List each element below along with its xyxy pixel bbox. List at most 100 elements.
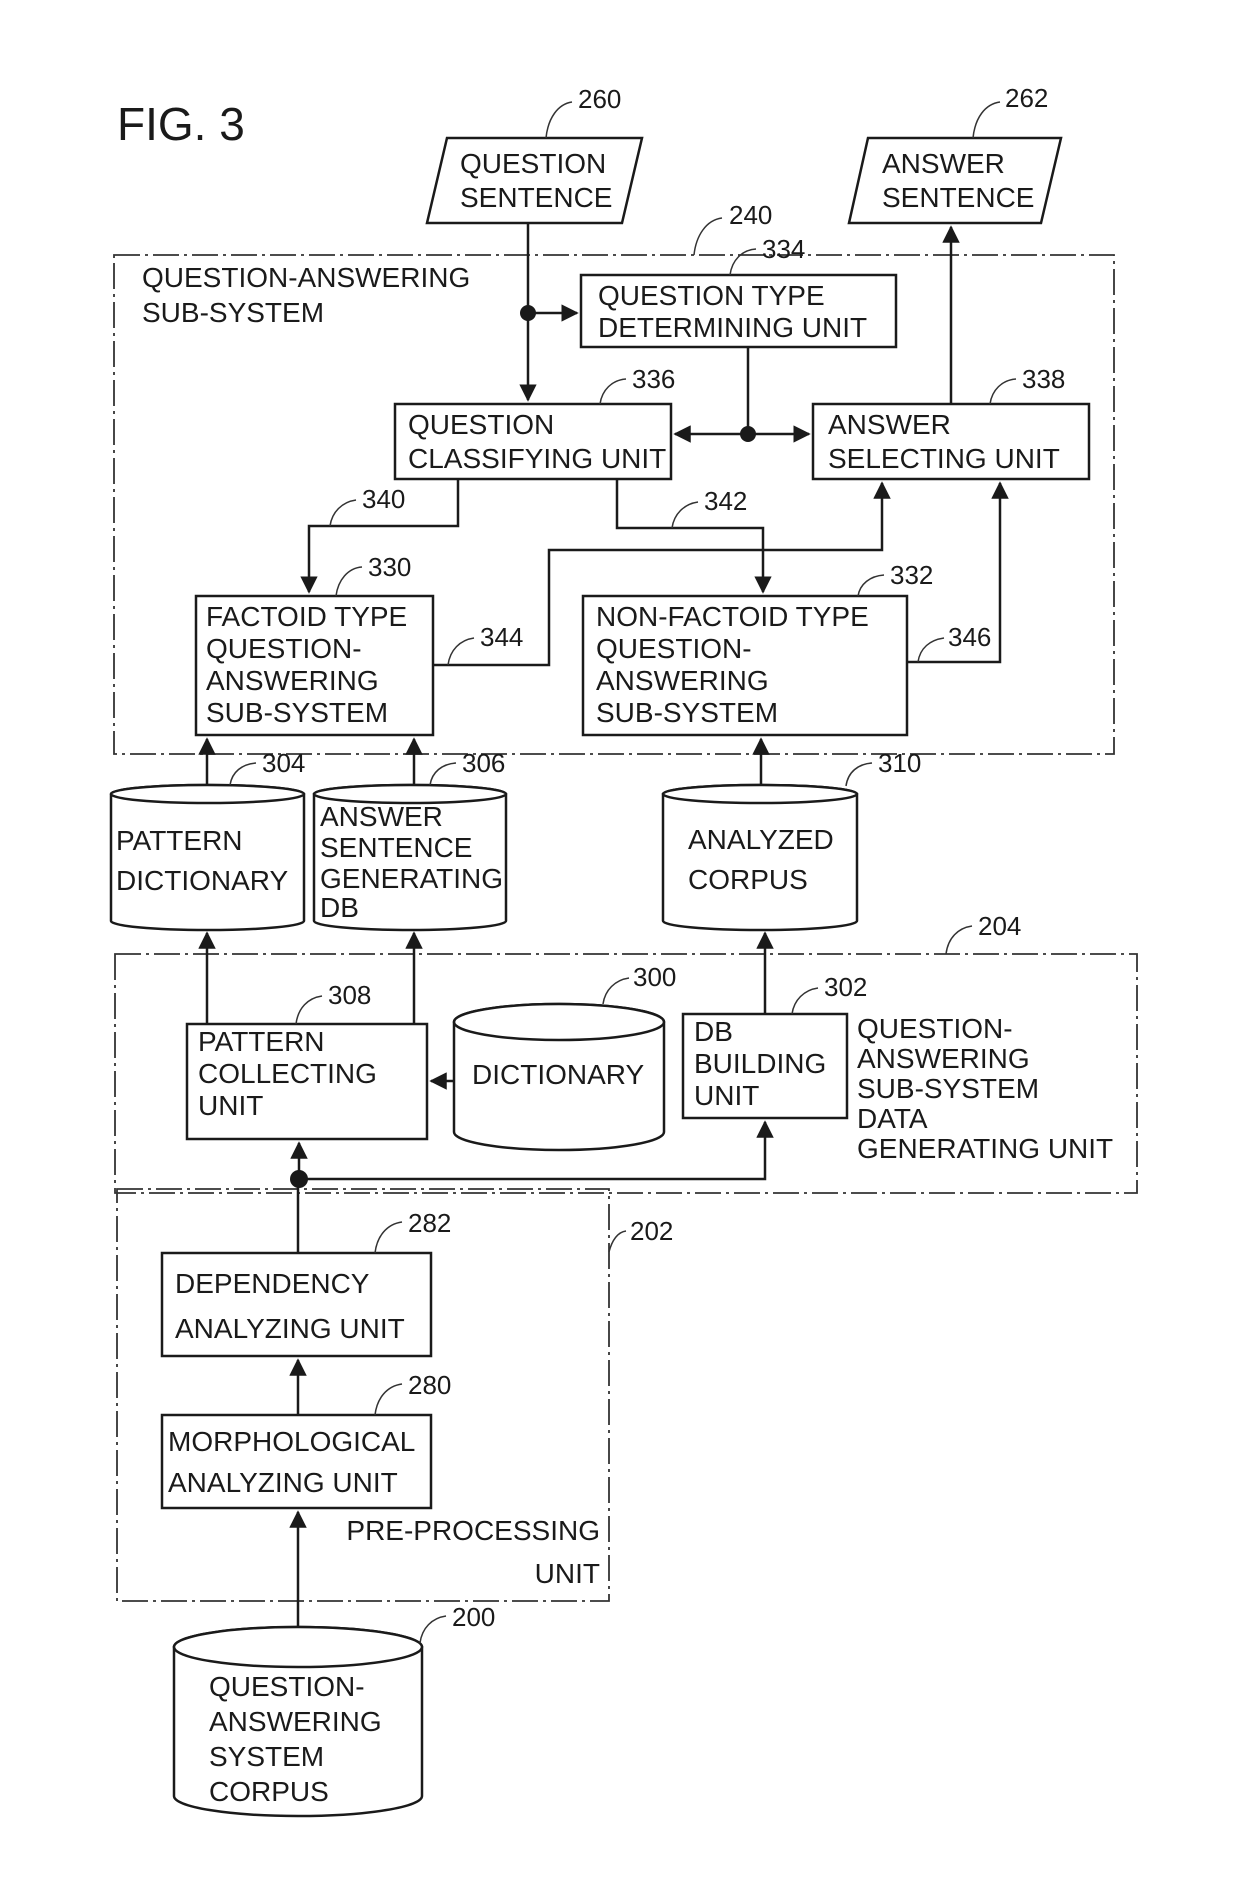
dictionary-label: DICTIONARY: [472, 1059, 644, 1090]
ref-label-304: 304: [262, 748, 305, 778]
as-line-2: SELECTING UNIT: [828, 443, 1060, 474]
non-factoid-line-1: NON-FACTOID TYPE: [596, 601, 869, 632]
question-sentence-line-1: QUESTION: [460, 148, 606, 179]
analyzed-corpus-cylinder-top: [661, 783, 859, 805]
ref-leader-344: [447, 637, 475, 666]
qa-corpus-line-4: CORPUS: [209, 1776, 329, 1807]
qa-system-corpus-db: QUESTION- ANSWERING SYSTEM CORPUS 200: [172, 1602, 495, 1818]
pattern-dictionary-line-2: DICTIONARY: [116, 865, 288, 896]
dependency-analyzing-unit: DEPENDENCY ANALYZING UNIT 282: [160, 1208, 451, 1358]
factoid-line-3: ANSWERING: [206, 665, 379, 696]
non-factoid-line-4: SUB-SYSTEM: [596, 697, 778, 728]
ref-label-262: 262: [1005, 83, 1048, 113]
ref-leader-342: [671, 501, 699, 529]
ref-label-308: 308: [328, 980, 371, 1010]
pattern-dictionary-line-1: PATTERN: [116, 825, 243, 856]
dgu-label-line-4: DATA: [857, 1103, 928, 1134]
ref-label-338: 338: [1022, 364, 1065, 394]
ref-leader-204: [945, 925, 973, 955]
qa-subsystem-label-line-1: QUESTION-ANSWERING: [142, 262, 470, 293]
qtd-line-1: QUESTION TYPE: [598, 280, 825, 311]
ref-leader-306: [429, 762, 457, 786]
ref-leader-308: [295, 995, 323, 1025]
ref-label-310: 310: [878, 748, 921, 778]
ref-leader-282: [374, 1221, 403, 1254]
answer-sentence-line-1: ANSWER: [882, 148, 1005, 179]
ref-leader-280: [374, 1383, 403, 1416]
ref-leader-346: [917, 637, 945, 663]
dictionary-cylinder-top: [452, 1002, 666, 1042]
ref-label-346: 346: [948, 622, 991, 652]
dgu-label-line-5: GENERATING UNIT: [857, 1133, 1113, 1164]
morphological-analyzing-unit: MORPHOLOGICAL ANALYZING UNIT 280: [160, 1370, 451, 1510]
pattern-dictionary-cylinder-top: [109, 783, 306, 805]
qa-corpus-line-1: QUESTION-: [209, 1671, 365, 1702]
qtd-line-2: DETERMINING UNIT: [598, 312, 867, 343]
ref-label-342: 342: [704, 486, 747, 516]
ref-label-300: 300: [633, 962, 676, 992]
question-type-determining-unit: QUESTION TYPE DETERMINING UNIT 334: [579, 234, 898, 349]
ref-label-336: 336: [632, 364, 675, 394]
ref-leader-302: [791, 987, 819, 1015]
ref-leader-202: [608, 1230, 627, 1253]
dbb-line-3: UNIT: [694, 1080, 759, 1111]
non-factoid-qa-subsystem: NON-FACTOID TYPE QUESTION- ANSWERING SUB…: [581, 560, 933, 737]
non-factoid-line-2: QUESTION-: [596, 633, 752, 664]
answer-sentence-line-2: SENTENCE: [882, 182, 1034, 213]
ref-label-282: 282: [408, 1208, 451, 1238]
ref-leader-338: [989, 378, 1017, 405]
ref-label-330: 330: [368, 552, 411, 582]
ref-label-332: 332: [890, 560, 933, 590]
qa-corpus-cylinder-top: [172, 1625, 424, 1669]
question-sentence-io: QUESTION SENTENCE 260: [425, 84, 644, 225]
block-diagram: FIG. 3 QUESTION SENTENCE 260 ANSWER SENT…: [109, 83, 1138, 1818]
ref-leader-340: [329, 499, 357, 527]
db-building-unit: DB BUILDING UNIT 302: [681, 972, 867, 1120]
non-factoid-line-3: ANSWERING: [596, 665, 769, 696]
mau-line-1: MORPHOLOGICAL: [168, 1426, 415, 1457]
question-classifying-unit: QUESTION CLASSIFYING UNIT 336: [393, 364, 675, 481]
answer-sentence-generating-db: ANSWER SENTENCE GENERATING DB 306: [312, 748, 508, 932]
pattern-dictionary-cylinder: [109, 783, 306, 932]
ref-leader-304: [229, 762, 257, 786]
ref-leader-262: [972, 101, 1001, 139]
preprocessing-label-line-2: UNIT: [535, 1558, 600, 1589]
factoid-line-1: FACTOID TYPE: [206, 601, 407, 632]
ref-label-204: 204: [978, 911, 1021, 941]
ref-leader-300: [602, 977, 630, 1005]
ref-leader-334: [729, 248, 757, 276]
ref-label-280: 280: [408, 1370, 451, 1400]
as-line-1: ANSWER: [828, 409, 951, 440]
dgu-label-line-1: QUESTION-: [857, 1013, 1013, 1044]
ref-label-344: 344: [480, 622, 523, 652]
ref-leader-260: [545, 101, 573, 139]
asg-db-line-2: SENTENCE: [320, 832, 472, 863]
answer-sentence-io: ANSWER SENTENCE 262: [847, 83, 1063, 225]
analyzed-corpus-cylinder: [661, 783, 859, 932]
ref-leader-332: [857, 574, 885, 597]
dau-line-2: ANALYZING UNIT: [175, 1313, 405, 1344]
ref-label-240: 240: [729, 200, 772, 230]
ref-label-334: 334: [762, 234, 805, 264]
ref-leader-240: [693, 217, 723, 256]
asg-db-line-4: DB: [320, 892, 359, 923]
ref-label-260: 260: [578, 84, 621, 114]
qa-corpus-line-3: SYSTEM: [209, 1741, 324, 1772]
analyzed-corpus-db: ANALYZED CORPUS 310: [661, 748, 921, 932]
pattern-collecting-unit: PATTERN COLLECTING UNIT 308: [185, 980, 429, 1141]
dbb-line-1: DB: [694, 1016, 733, 1047]
mau-line-2: ANALYZING UNIT: [168, 1467, 398, 1498]
dgu-label-line-2: ANSWERING: [857, 1043, 1030, 1074]
asg-db-line-1: ANSWER: [320, 801, 443, 832]
preprocessing-label-line-1: PRE-PROCESSING: [346, 1515, 600, 1546]
ref-leader-310: [845, 762, 873, 787]
analyzed-corpus-line-1: ANALYZED: [688, 824, 834, 855]
dbb-line-2: BUILDING: [694, 1048, 826, 1079]
dictionary-db: DICTIONARY 300: [452, 962, 676, 1152]
qc-line-2: CLASSIFYING UNIT: [408, 443, 666, 474]
question-sentence-line-2: SENTENCE: [460, 182, 612, 213]
factoid-qa-subsystem: FACTOID TYPE QUESTION- ANSWERING SUB-SYS…: [194, 552, 435, 737]
analyzed-corpus-line-2: CORPUS: [688, 864, 808, 895]
qa-subsystem-label-line-2: SUB-SYSTEM: [142, 297, 324, 328]
ref-label-202: 202: [630, 1216, 673, 1246]
